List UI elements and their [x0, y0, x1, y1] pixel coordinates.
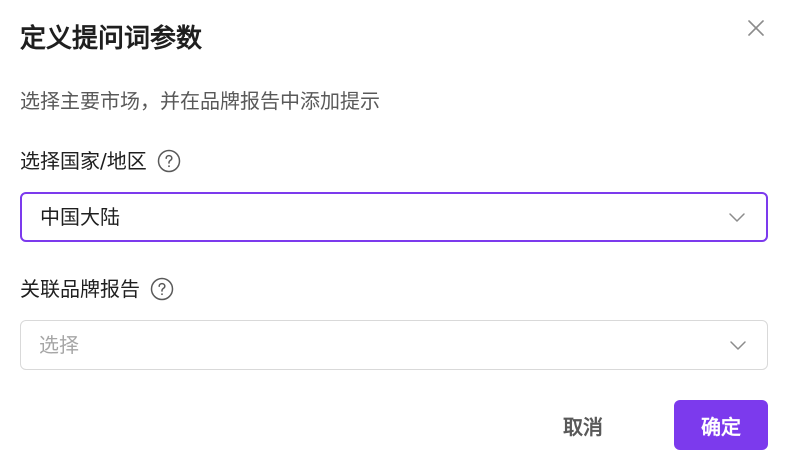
report-field-label: 关联品牌报告 [20, 274, 174, 304]
cancel-button[interactable]: 取消 [544, 400, 622, 450]
country-field-label: 选择国家/地区 [20, 146, 181, 176]
country-select[interactable]: 中国大陆 [20, 192, 768, 242]
country-help-icon[interactable] [157, 149, 181, 173]
dialog-title: 定义提问词参数 [20, 24, 203, 54]
dialog-subtitle: 选择主要市场，并在品牌报告中添加提示 [20, 89, 380, 113]
close-icon [744, 16, 768, 40]
chevron-down-icon [726, 206, 748, 228]
report-select-placeholder: 选择 [39, 333, 79, 357]
define-prompt-params-dialog: 定义提问词参数 选择主要市场，并在品牌报告中添加提示 选择国家/地区 中国大陆 [0, 0, 786, 470]
confirm-button[interactable]: 确定 [674, 400, 768, 450]
report-label-text: 关联品牌报告 [20, 277, 140, 301]
chevron-down-icon [727, 334, 749, 356]
country-label-text: 选择国家/地区 [20, 149, 147, 173]
report-help-icon[interactable] [150, 277, 174, 301]
country-select-value: 中国大陆 [40, 205, 120, 229]
report-select[interactable]: 选择 [20, 320, 768, 370]
close-button[interactable] [744, 16, 768, 40]
